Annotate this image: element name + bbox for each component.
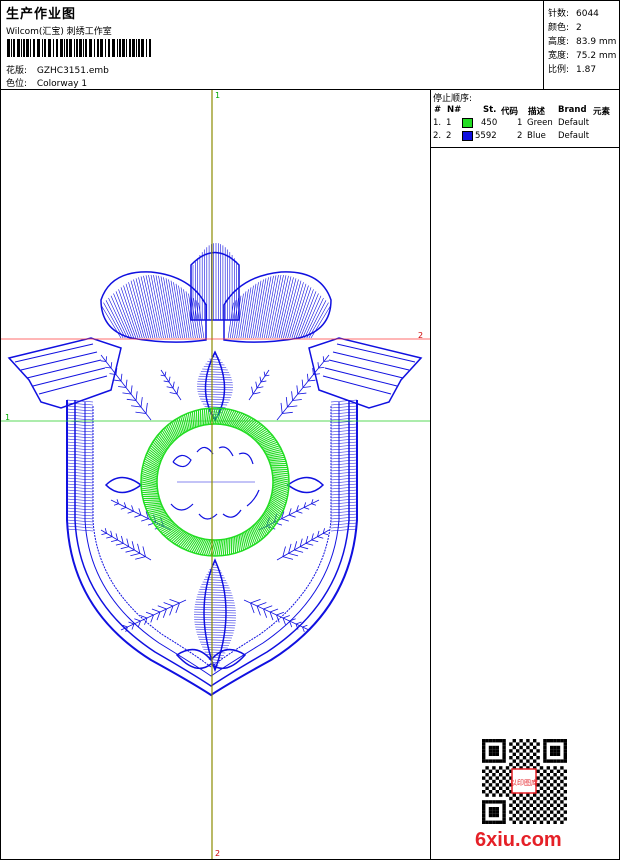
stat-colors: 颜色: 2: [548, 23, 582, 33]
colorway-value: Colorway 1: [36, 79, 88, 89]
production-sheet: 生产作业图 Wilcom(汇宝) 刺绣工作室 花版: GZHC3151.emb …: [0, 0, 620, 860]
stat-width: 宽度: 75.2 mm: [548, 51, 617, 61]
embroidery-preview: 1 2 2 1: [1, 90, 430, 859]
sheet-header: 生产作业图 Wilcom(汇宝) 刺绣工作室 花版: GZHC3151.emb …: [1, 1, 619, 90]
design-file-label: 花版:: [6, 66, 28, 76]
stop-row[interactable]: 2. 2 5592 2 Blue Default: [431, 130, 619, 143]
panel-divider: [431, 143, 619, 148]
colorway-row: 色位: Colorway 1: [6, 76, 87, 89]
colorway-label: 色位:: [6, 79, 28, 89]
stop-sequence-panel: 停止顺序: # N# St. 代码 描述 Brand 元素 1. 1 450 1…: [431, 90, 619, 148]
qr-code-image: 以印图库: [482, 739, 567, 824]
stats-box: 针数: 6044 颜色: 2 高度: 83.9 mm 宽度: 75.2 mm 比例: 1.…: [543, 1, 620, 89]
watermark-site: 6xiu.com: [475, 829, 562, 851]
barcode-image: [7, 39, 151, 57]
stat-stitches: 针数: 6044: [548, 9, 599, 19]
stop-sequence-header: # N# St. 代码 描述 Brand 元素: [434, 105, 611, 117]
guide-label-green: 1: [5, 413, 10, 422]
guide-label-red: 2: [418, 331, 423, 340]
color-swatch: [462, 131, 473, 141]
company-name: Wilcom(汇宝) 刺绣工作室: [6, 27, 112, 37]
stat-scale: 比例: 1.87: [548, 65, 597, 75]
stop-sequence-title: 停止顺序:: [433, 94, 473, 104]
design-file-value: GZHC3151.emb: [36, 66, 109, 76]
design-file-row: 花版: GZHC3151.emb: [6, 63, 109, 76]
guide-label-top: 1: [215, 91, 220, 100]
guide-label-bottom: 2: [215, 849, 220, 858]
design-canvas[interactable]: 1 2 2 1: [1, 90, 431, 859]
color-swatch: [462, 118, 473, 128]
stat-height: 高度: 83.9 mm: [548, 37, 617, 47]
svg-text:以印图库: 以印图库: [510, 778, 538, 787]
page-title: 生产作业图: [6, 7, 77, 22]
stop-row[interactable]: 1. 1 450 1 Green Default: [431, 117, 619, 130]
